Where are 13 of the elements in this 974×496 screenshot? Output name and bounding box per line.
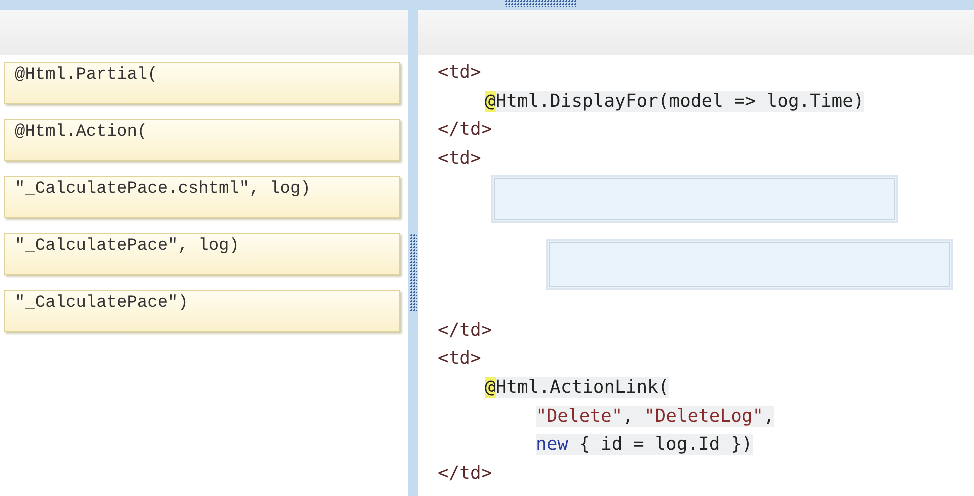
code-line: </td>: [438, 119, 492, 140]
resize-grip[interactable]: [505, 0, 577, 7]
answer-choice[interactable]: @Html.Action(: [4, 119, 400, 161]
code-line: </td>: [438, 463, 492, 484]
code-line: <td>: [438, 148, 482, 169]
answer-choice[interactable]: "_CalculatePace.cshtml", log): [4, 176, 400, 218]
answer-choice[interactable]: "_CalculatePace"): [4, 290, 400, 332]
answer-choice[interactable]: @Html.Partial(: [4, 62, 400, 104]
code-line: </td>: [438, 320, 492, 341]
code-line: <td>: [438, 62, 482, 83]
answer-choice[interactable]: "_CalculatePace", log): [4, 233, 400, 275]
resize-grip[interactable]: [410, 234, 416, 312]
code-line: <td>: [438, 348, 482, 370]
